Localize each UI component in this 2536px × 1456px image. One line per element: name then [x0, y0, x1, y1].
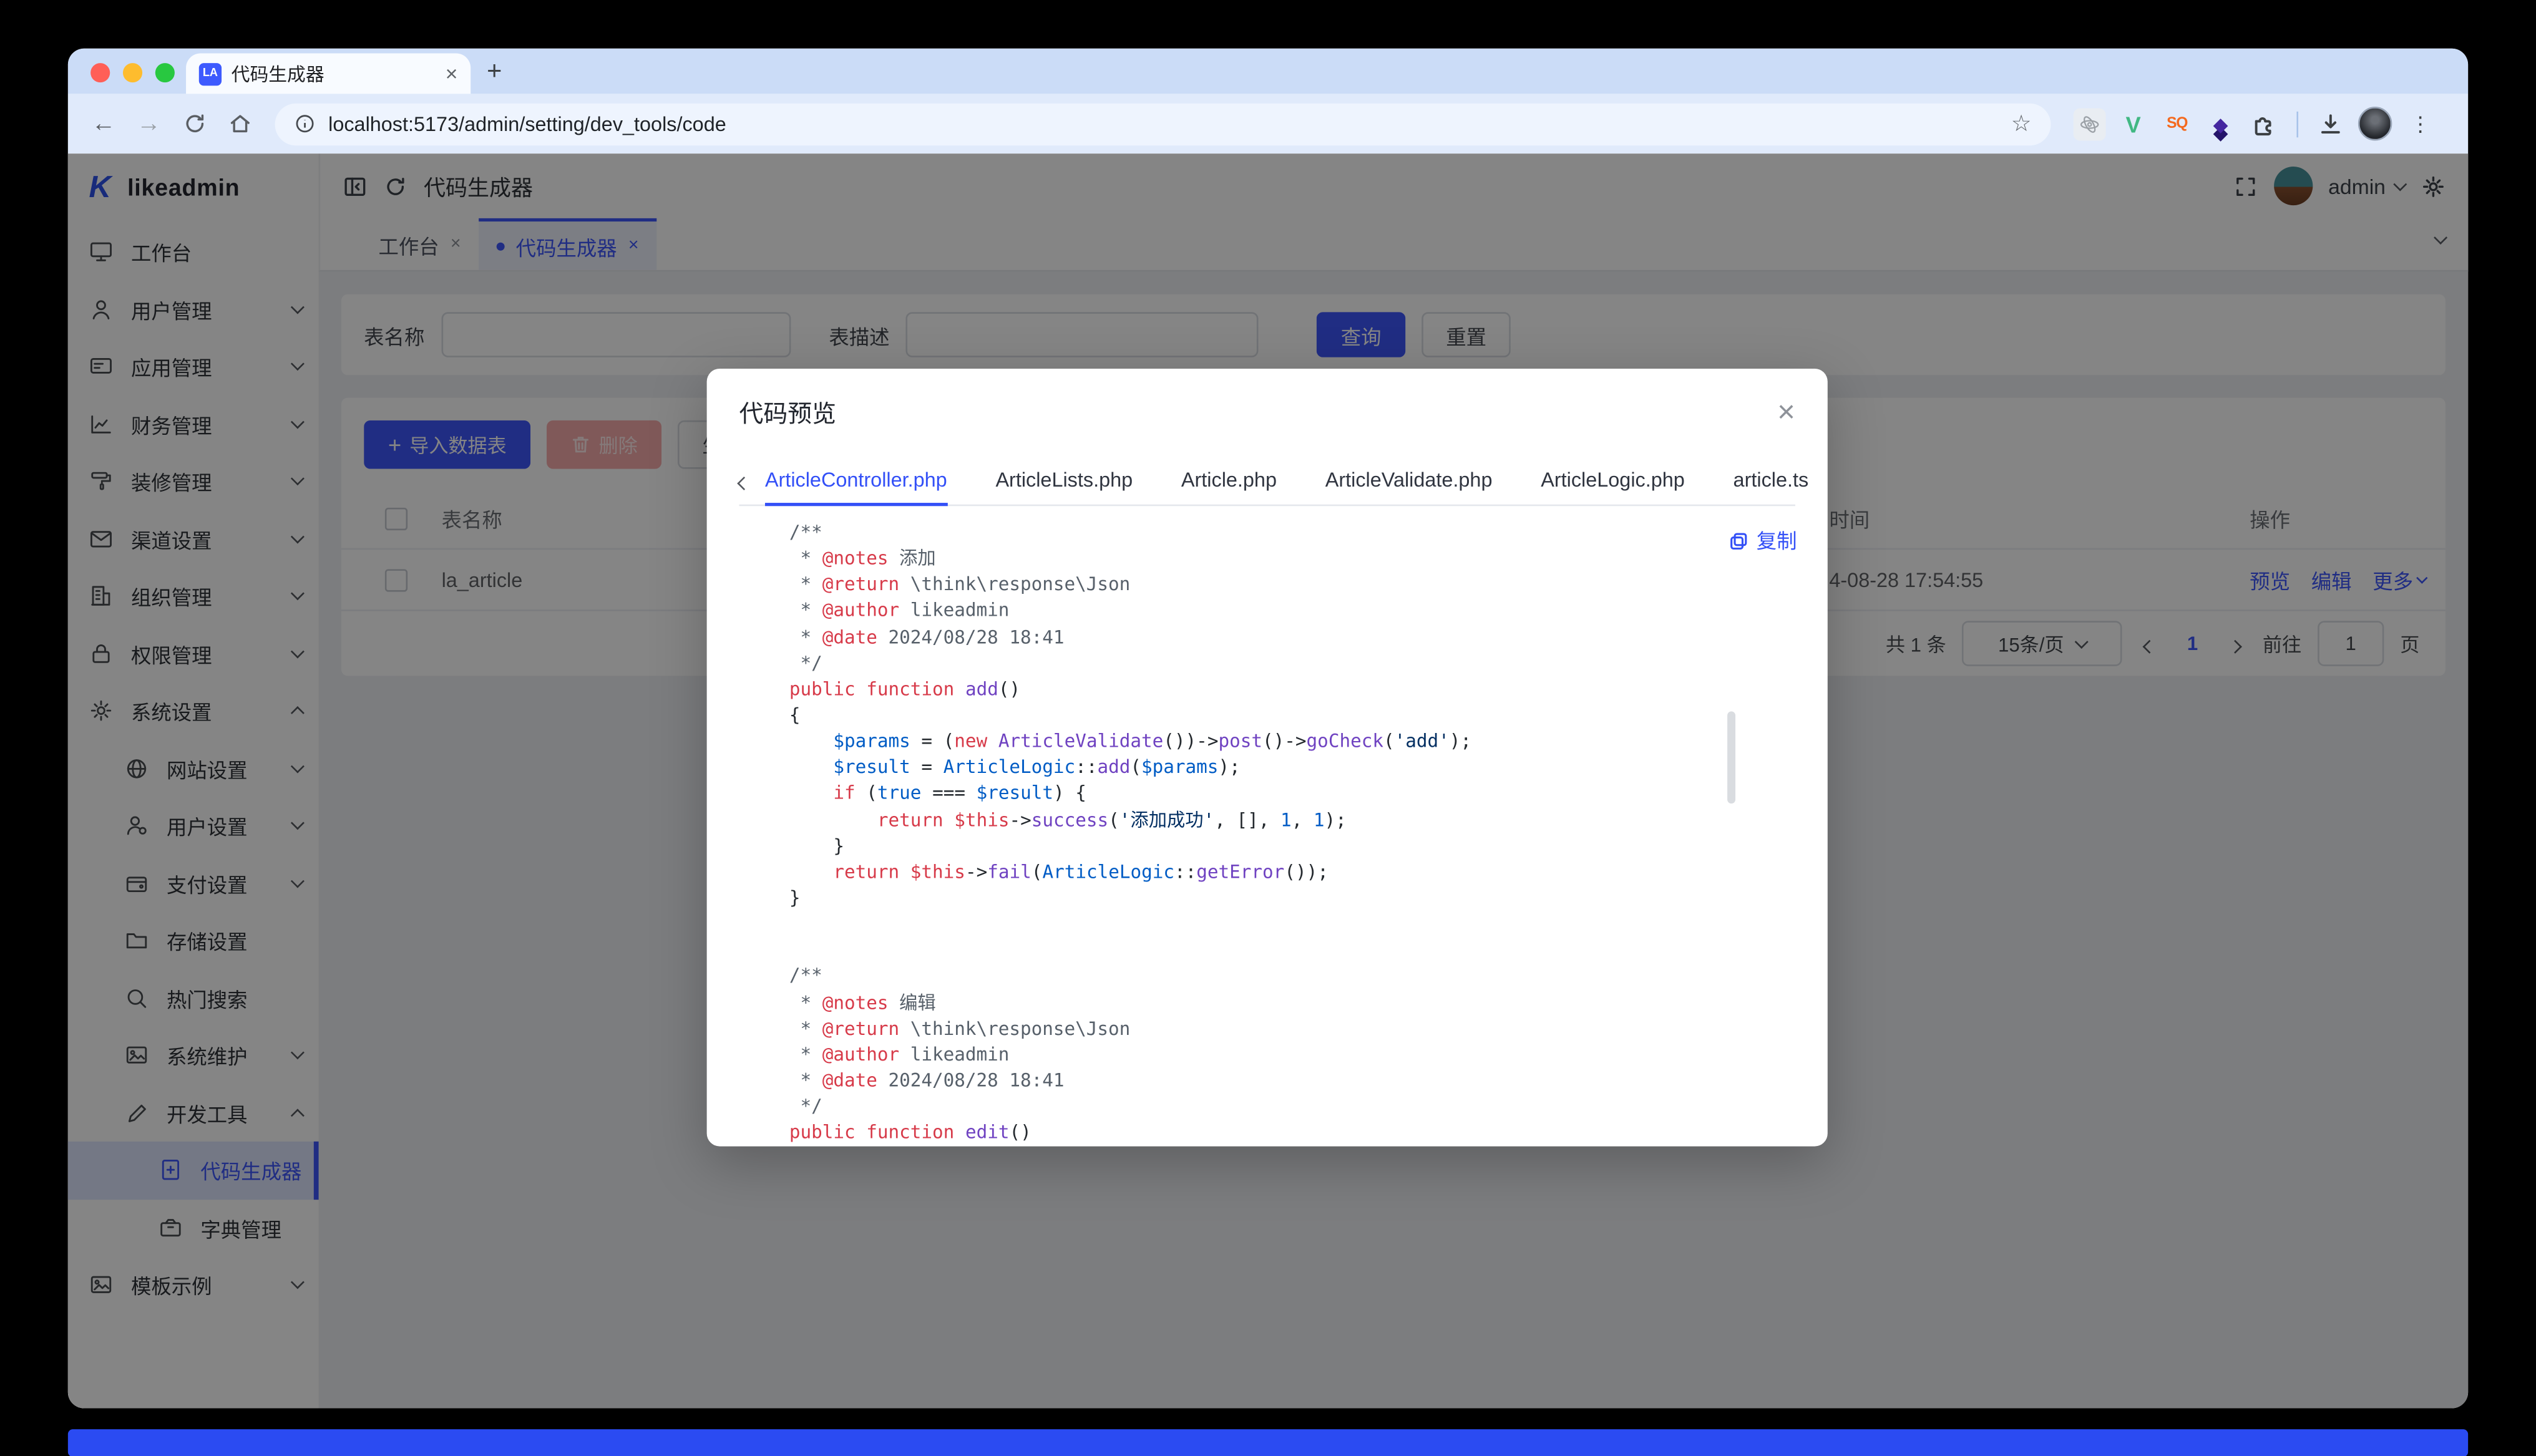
tabs-scroll-right-icon[interactable]	[1825, 467, 1828, 496]
file-tab-article-ts[interactable]: article.ts	[1734, 459, 1809, 505]
code-line: /**	[789, 521, 1795, 547]
code-line: * @notes 编辑	[789, 991, 1795, 1017]
tab-close-icon[interactable]: ×	[446, 63, 458, 84]
browser-window: LA 代码生成器 × + ← → localhost:5173/admin/se…	[68, 49, 2468, 1409]
code-line	[789, 912, 1795, 938]
site-info-icon[interactable]	[295, 113, 316, 134]
new-tab-button[interactable]: +	[487, 58, 502, 87]
home-icon[interactable]	[220, 104, 258, 143]
close-window-button[interactable]	[90, 63, 110, 82]
desktop-wallpaper-strip	[68, 1429, 2468, 1456]
browser-menu-icon[interactable]: ⋮	[2410, 111, 2431, 137]
dialog-header: 代码预览 ×	[707, 369, 1828, 458]
close-icon[interactable]: ×	[1777, 398, 1795, 429]
browser-tabstrip: LA 代码生成器 × +	[68, 49, 2468, 94]
site-favicon: LA	[199, 62, 222, 85]
code-line: * @return \think\response\Json	[789, 1016, 1795, 1042]
toolbar-separator	[2296, 111, 2298, 137]
copy-icon	[1729, 532, 1748, 551]
code-panel: /** * @notes 添加 * @return \think\respons…	[707, 506, 1828, 1146]
reload-icon[interactable]	[175, 104, 213, 143]
code-line: }	[789, 886, 1795, 912]
tabs-scroll-left-icon[interactable]	[739, 467, 749, 496]
downloads-icon[interactable]	[2314, 107, 2347, 140]
browser-profile-avatar[interactable]	[2358, 107, 2392, 140]
code-line: * @date 2024/08/28 18:41	[789, 1069, 1795, 1095]
code-line: * @author likeadmin	[789, 1042, 1795, 1069]
code-preview-dialog: 代码预览 × ArticleController.php ArticleLists…	[707, 369, 1828, 1147]
code-line: */	[789, 1095, 1795, 1121]
code-line: * @author likeadmin	[789, 599, 1795, 625]
react-devtools-icon[interactable]	[2074, 107, 2106, 140]
code-line: public function edit()	[789, 1121, 1795, 1147]
code-line: return $this->success('添加成功', [], 1, 1);	[789, 808, 1795, 834]
code-line: $result = ArticleLogic::add($params);	[789, 755, 1795, 782]
code-line: * @notes 添加	[789, 546, 1795, 573]
browser-tab[interactable]: LA 代码生成器 ×	[186, 54, 471, 94]
vue-devtools-icon[interactable]: V	[2117, 107, 2150, 140]
extensions-puzzle-icon[interactable]	[2248, 107, 2281, 140]
back-icon[interactable]: ←	[84, 104, 123, 143]
window-controls[interactable]	[90, 63, 175, 82]
scrollbar-thumb[interactable]	[1727, 711, 1735, 803]
diamond-extension-icon[interactable]: ◆	[2205, 107, 2237, 140]
code-line: * @date 2024/08/28 18:41	[789, 625, 1795, 651]
minimize-window-button[interactable]	[123, 63, 142, 82]
screen: LA 代码生成器 × + ← → localhost:5173/admin/se…	[0, 0, 2536, 1456]
url-text: localhost:5173/admin/setting/dev_tools/c…	[328, 112, 1998, 135]
code-line: {	[789, 703, 1795, 729]
file-tabs: ArticleController.php ArticleLists.php Art…	[765, 457, 1808, 504]
sq-extension-icon[interactable]: SQ	[2161, 107, 2193, 140]
code-line: if (true === $result) {	[789, 782, 1795, 808]
forward-icon[interactable]: →	[129, 104, 168, 143]
code-block: /** * @notes 添加 * @return \think\respons…	[789, 521, 1795, 1147]
code-line: public function add()	[789, 677, 1795, 704]
bookmark-star-icon[interactable]: ☆	[2011, 110, 2032, 137]
code-line: /**	[789, 964, 1795, 991]
file-tab-ArticleLists-php[interactable]: ArticleLists.php	[995, 459, 1133, 505]
file-tab-ArticleController-php[interactable]: ArticleController.php	[765, 459, 947, 505]
code-line	[789, 938, 1795, 964]
code-line: }	[789, 834, 1795, 860]
extension-icons: V SQ ◆ ⋮	[2074, 107, 2431, 140]
code-line: $params = (new ArticleValidate())->post(…	[789, 729, 1795, 755]
zoom-window-button[interactable]	[155, 63, 175, 82]
file-tabs-bar: ArticleController.php ArticleLists.php Art…	[739, 457, 1795, 506]
browser-toolbar: ← → localhost:5173/admin/setting/dev_too…	[68, 94, 2468, 153]
file-tab-ArticleValidate-php[interactable]: ArticleValidate.php	[1325, 459, 1493, 505]
dialog-title: 代码预览	[739, 396, 1777, 430]
code-line: return $this->fail(ArticleLogic::getErro…	[789, 860, 1795, 886]
code-line: */	[789, 651, 1795, 677]
code-line: * @return \think\response\Json	[789, 573, 1795, 599]
file-tab-ArticleLogic-php[interactable]: ArticleLogic.php	[1541, 459, 1685, 505]
copy-button[interactable]: 复制	[1729, 529, 1797, 555]
address-bar[interactable]: localhost:5173/admin/setting/dev_tools/c…	[275, 103, 2051, 145]
file-tab-Article-php[interactable]: Article.php	[1181, 459, 1277, 505]
browser-tab-title: 代码生成器	[232, 61, 436, 86]
